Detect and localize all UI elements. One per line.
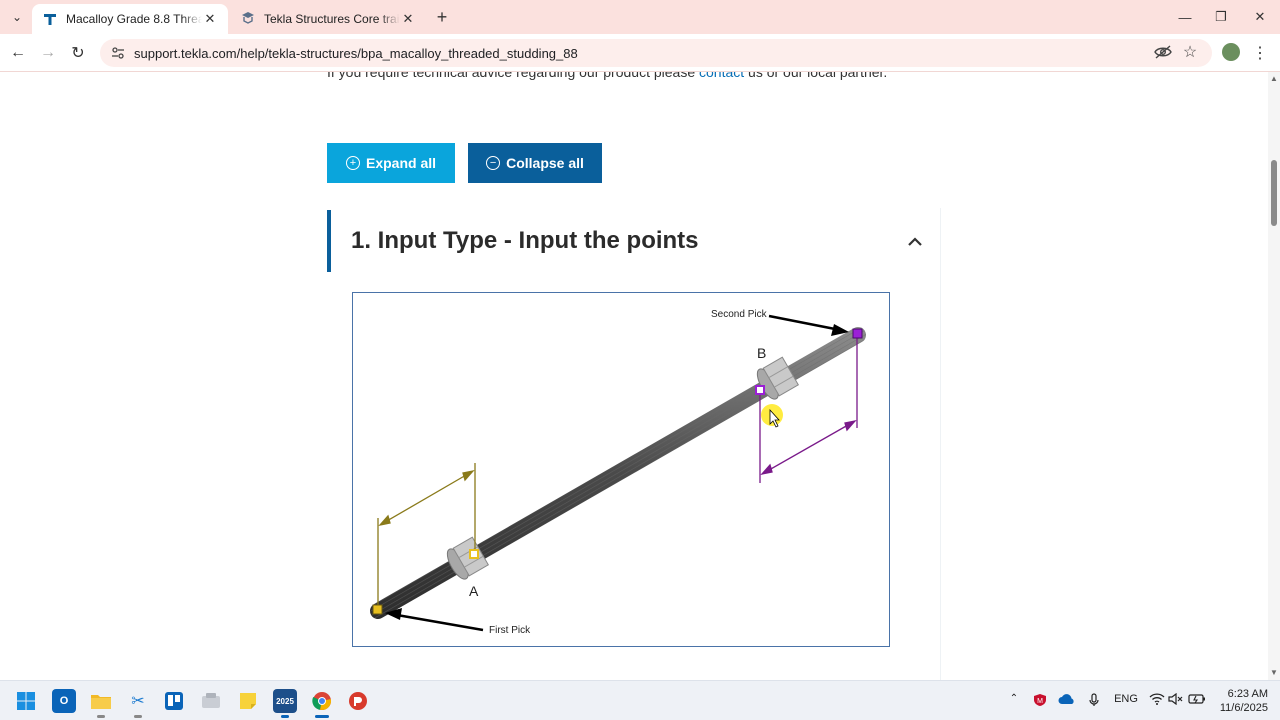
first-pick-arrow: [385, 608, 484, 632]
show-hidden-icons-chevron-icon[interactable]: ⌃: [1006, 693, 1022, 704]
onedrive-cloud-icon[interactable]: [1058, 693, 1076, 705]
collapse-all-button[interactable]: − Collapse all: [468, 143, 602, 183]
back-arrow-icon[interactable]: ←: [6, 41, 30, 65]
tab-title: Tekla Structures Core training -: [264, 12, 400, 26]
second-pick-label: Second Pick: [711, 309, 768, 320]
stud-diagram: Second Pick First Pick B A: [352, 292, 890, 647]
tracking-eye-off-icon[interactable]: [1151, 40, 1175, 64]
app-puzzle-icon[interactable]: [199, 689, 223, 713]
wifi-icon[interactable]: [1148, 693, 1166, 705]
system-clock[interactable]: 6:23 AM 11/6/2025: [1210, 687, 1268, 715]
first-pick-marker: [372, 604, 383, 615]
language-indicator[interactable]: ENG: [1112, 693, 1140, 705]
contact-link[interactable]: contact: [699, 72, 744, 80]
scroll-thumb[interactable]: [1271, 160, 1277, 226]
sticky-notes-icon[interactable]: [236, 689, 260, 713]
clock-date: 11/6/2025: [1219, 702, 1268, 714]
intro-text: If you require technical advice regardin…: [327, 72, 887, 80]
second-pick-arrow: [768, 314, 849, 336]
browser-toolbar: ← → ↻ support.tekla.com/help/tekla-struc…: [0, 34, 1280, 72]
browser-menu-icon[interactable]: ⋮: [1252, 42, 1268, 64]
mcafee-icon[interactable]: M: [1032, 693, 1048, 707]
scroll-up-arrow-icon[interactable]: ▲: [1268, 74, 1280, 84]
microphone-icon[interactable]: [1087, 693, 1101, 707]
accordion-header[interactable]: 1. Input Type - Input the points: [327, 210, 941, 272]
outlook-icon[interactable]: O: [52, 689, 76, 713]
reload-icon[interactable]: ↻: [66, 41, 90, 65]
tekla-favicon-icon: [42, 11, 58, 27]
chrome-icon[interactable]: [310, 689, 334, 718]
bookmark-star-icon[interactable]: ☆: [1178, 40, 1202, 64]
tab-macalloy[interactable]: Macalloy Grade 8.8 Threaded St ✕: [32, 4, 228, 34]
close-window-icon[interactable]: ✕: [1247, 4, 1273, 30]
minimize-icon[interactable]: —: [1172, 4, 1198, 30]
tekla-2025-icon[interactable]: 2025: [273, 689, 297, 718]
profile-avatar[interactable]: [1222, 43, 1240, 61]
tab-bar: ⌄ Macalloy Grade 8.8 Threaded St ✕ Tekla…: [0, 0, 1280, 34]
close-tab-icon[interactable]: ✕: [202, 11, 218, 27]
site-settings-icon[interactable]: [110, 45, 126, 61]
snipping-tool-icon[interactable]: ✂: [126, 689, 150, 718]
svg-text:M: M: [1037, 698, 1043, 705]
windows-taskbar: O ✂ 2025 ⌃ M ENG 6:23 AM 11/6/2025: [0, 680, 1280, 720]
address-bar[interactable]: support.tekla.com/help/tekla-structures/…: [100, 39, 1212, 67]
tab-tekla-training[interactable]: Tekla Structures Core training - ✕: [230, 4, 426, 34]
minus-circle-icon: −: [486, 156, 501, 170]
windows-start-icon[interactable]: [14, 689, 38, 713]
tab-title: Macalloy Grade 8.8 Threaded St: [66, 12, 202, 26]
red-app-icon[interactable]: [346, 689, 370, 713]
point-b-marker: [755, 385, 765, 395]
file-explorer-icon[interactable]: [89, 689, 113, 718]
plus-circle-icon: +: [345, 156, 360, 170]
url-text: support.tekla.com/help/tekla-structures/…: [134, 45, 578, 61]
section-title: 1. Input Type - Input the points: [351, 227, 699, 254]
clock-time: 6:23 AM: [1227, 688, 1268, 700]
battery-icon[interactable]: [1188, 693, 1206, 705]
new-tab-plus-icon[interactable]: +: [432, 7, 452, 27]
close-tab-icon[interactable]: ✕: [400, 11, 416, 27]
page-content: If you require technical advice regardin…: [0, 72, 1268, 680]
trello-icon[interactable]: [162, 689, 186, 713]
chevron-up-icon[interactable]: [905, 232, 925, 252]
forward-arrow-icon[interactable]: →: [36, 41, 60, 65]
tekla-training-favicon-icon: [240, 11, 256, 27]
restore-icon[interactable]: ❐: [1208, 4, 1234, 30]
page-scrollbar[interactable]: ▲ ▼: [1268, 72, 1280, 680]
speaker-muted-icon[interactable]: [1168, 693, 1184, 705]
second-pick-marker: [852, 328, 863, 339]
point-b-label: B: [757, 345, 766, 361]
point-a-label: A: [469, 583, 479, 599]
scroll-down-arrow-icon[interactable]: ▼: [1268, 668, 1280, 678]
point-a-marker: [469, 549, 479, 559]
expand-all-button[interactable]: + Expand all: [327, 143, 455, 183]
first-pick-label: First Pick: [489, 625, 531, 636]
tab-search-chevron-icon[interactable]: ⌄: [6, 6, 28, 28]
